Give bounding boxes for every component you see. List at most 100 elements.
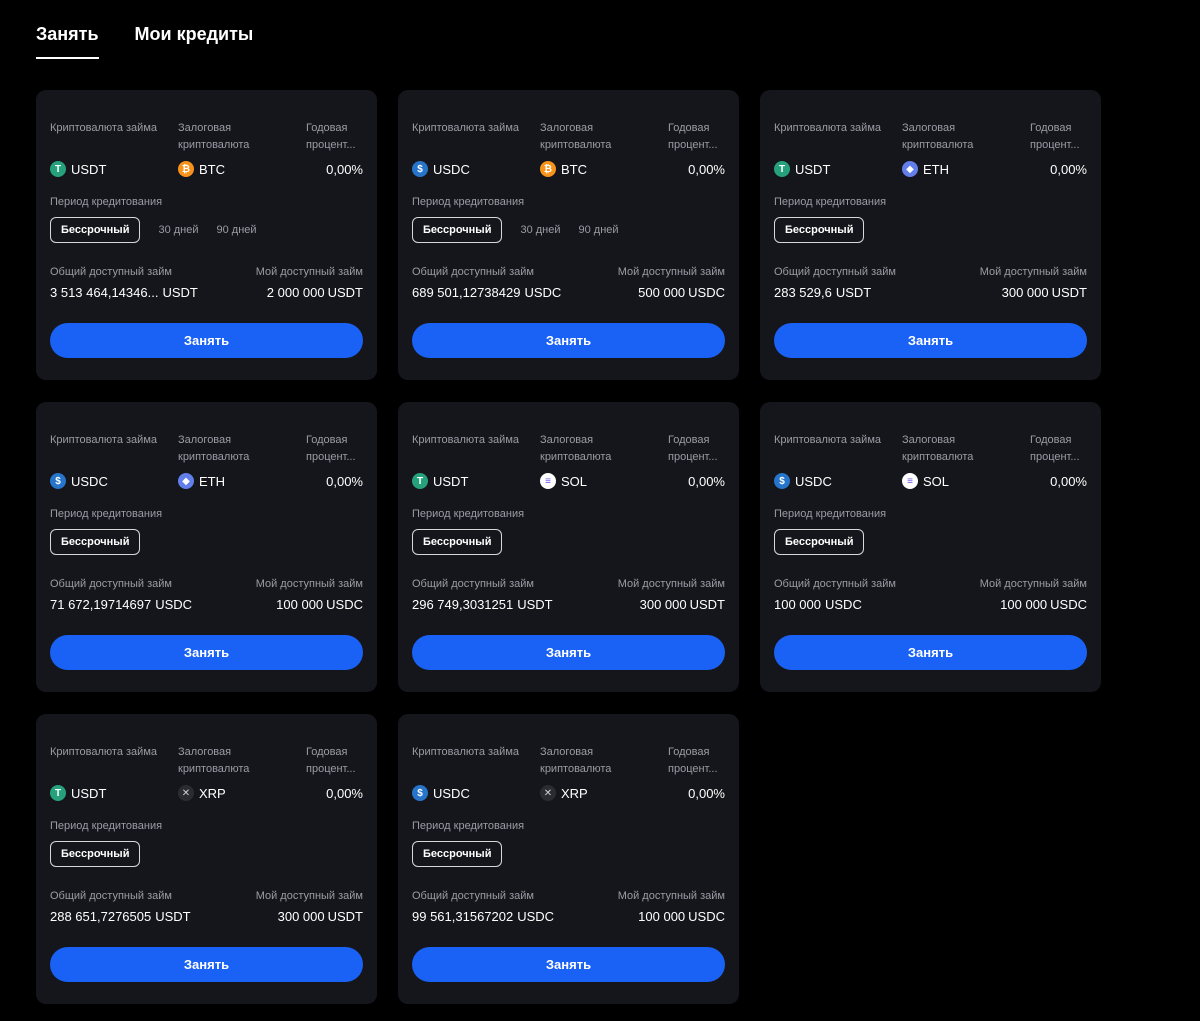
collateral-label: Залоговая криптовалюта: [178, 744, 306, 778]
total-available-label: Общий доступный займ: [412, 578, 534, 590]
card-header-labels: Криптовалюта займа Залоговая криптовалют…: [50, 120, 363, 154]
borrow-button[interactable]: Занять: [774, 635, 1087, 670]
total-available-amount: 100 000: [774, 597, 821, 612]
period-option-selected[interactable]: Бессрочный: [412, 841, 503, 867]
available-labels: Общий доступный займ Мой доступный займ: [50, 266, 363, 278]
period-option[interactable]: 30 дней: [158, 224, 198, 236]
total-available-unit: USDC: [517, 909, 555, 924]
period-label: Период кредитования: [412, 820, 525, 832]
my-available-value: 100 000 USDC: [638, 909, 725, 924]
annual-rate-label-line2: процент...: [306, 763, 356, 775]
tab-borrow[interactable]: Занять: [36, 24, 99, 59]
collateral-label: Залоговая криптовалюта: [902, 432, 1030, 466]
tab-my-loans[interactable]: Мои кредиты: [135, 24, 254, 59]
loan-currency-symbol: USDT: [795, 161, 831, 177]
period-option-selected[interactable]: Бессрочный: [412, 217, 503, 243]
card-header-labels: Криптовалюта займа Залоговая криптовалют…: [774, 432, 1087, 466]
total-available-amount: 288 651,7276505: [50, 909, 152, 924]
available-values: 689 501,12738429 USDC 500 000 USDC: [412, 285, 725, 300]
period-options: Бессрочный: [412, 840, 725, 868]
card-header-labels: Криптовалюта займа Залоговая криптовалют…: [412, 432, 725, 466]
collateral-label-line2: криптовалюта: [540, 139, 612, 151]
total-available-unit: USDC: [524, 285, 562, 300]
borrow-button[interactable]: Занять: [412, 323, 725, 358]
card-header-labels: Криптовалюта займа Залоговая криптовалют…: [50, 744, 363, 778]
card-header-labels: Криптовалюта займа Залоговая криптовалют…: [412, 744, 725, 778]
total-available-value: 296 749,3031251 USDT: [412, 597, 553, 612]
collateral-currency-symbol: XRP: [199, 785, 226, 801]
period-label: Период кредитования: [412, 508, 525, 520]
collateral-currency-symbol: ETH: [199, 473, 225, 489]
available-labels: Общий доступный займ Мой доступный займ: [412, 578, 725, 590]
annual-rate-label: Годовая процент...: [1030, 432, 1087, 466]
borrow-button[interactable]: Занять: [774, 323, 1087, 358]
annual-rate-label-line1: Годовая: [306, 746, 348, 758]
ethereum-icon: ◆: [902, 161, 918, 177]
collateral-currency: ◆ ETH: [902, 161, 1030, 177]
total-available-value: 71 672,19714697 USDC: [50, 597, 192, 612]
period-option-selected[interactable]: Бессрочный: [50, 529, 141, 555]
collateral-label-line1: Залоговая: [540, 122, 594, 134]
period-option[interactable]: 90 дней: [579, 224, 619, 236]
collateral-currency-symbol: XRP: [561, 785, 588, 801]
annual-rate-label-line1: Годовая: [668, 122, 710, 134]
collateral-label-line2: криптовалюта: [540, 451, 612, 463]
period-option[interactable]: 90 дней: [217, 224, 257, 236]
collateral-currency: ≡ SOL: [902, 473, 1030, 489]
collateral-label: Залоговая криптовалюта: [540, 120, 668, 154]
collateral-label: Залоговая криптовалюта: [902, 120, 1030, 154]
loan-card-7: Криптовалюта займа Залоговая криптовалют…: [36, 714, 377, 1004]
bitcoin-icon: ₿: [540, 161, 556, 177]
annual-rate-value: 0,00%: [688, 161, 725, 177]
borrow-button[interactable]: Занять: [50, 323, 363, 358]
usdc-icon: $: [50, 473, 66, 489]
loan-currency-symbol: USDC: [433, 785, 470, 801]
loan-currency-symbol: USDC: [433, 161, 470, 177]
loan-currency: T USDT: [50, 785, 178, 801]
my-available-label: Мой доступный займ: [255, 890, 363, 902]
period-option-selected[interactable]: Бессрочный: [412, 529, 503, 555]
total-available-unit: USDC: [155, 597, 193, 612]
period-option-selected[interactable]: Бессрочный: [50, 217, 141, 243]
collateral-currency-symbol: BTC: [199, 161, 225, 177]
available-values: 283 529,6 USDT 300 000 USDT: [774, 285, 1087, 300]
tab-bar: Занять Мои кредиты: [36, 24, 253, 59]
collateral-label-line2: криптовалюта: [178, 451, 250, 463]
total-available-label: Общий доступный займ: [412, 266, 534, 278]
ethereum-icon: ◆: [178, 473, 194, 489]
period-label: Период кредитования: [774, 196, 887, 208]
loan-card-3: Криптовалюта займа Залоговая криптовалют…: [760, 90, 1101, 380]
my-available-value: 300 000 USDT: [278, 909, 363, 924]
total-available-label: Общий доступный займ: [50, 890, 172, 902]
my-available-value: 2 000 000 USDT: [267, 285, 363, 300]
borrow-button[interactable]: Занять: [412, 947, 725, 982]
loan-currency-label: Криптовалюта займа: [412, 434, 519, 446]
collateral-currency-symbol: ETH: [923, 161, 949, 177]
my-available-amount: 500 000: [638, 285, 686, 300]
period-option[interactable]: 30 дней: [520, 224, 560, 236]
borrow-button[interactable]: Занять: [412, 635, 725, 670]
total-available-value: 100 000 USDC: [774, 597, 862, 612]
annual-rate-label: Годовая процент...: [668, 744, 725, 778]
loan-card-2: Криптовалюта займа Залоговая криптовалют…: [398, 90, 739, 380]
annual-rate-label-line1: Годовая: [668, 434, 710, 446]
period-option-selected[interactable]: Бессрочный: [774, 529, 865, 555]
collateral-currency: ₿ BTC: [178, 161, 306, 177]
tether-icon: T: [50, 161, 66, 177]
period-option-selected[interactable]: Бессрочный: [50, 841, 141, 867]
available-values: 296 749,3031251 USDT 300 000 USDT: [412, 597, 725, 612]
collateral-label-line1: Залоговая: [902, 122, 956, 134]
collateral-label: Залоговая криптовалюта: [178, 432, 306, 466]
annual-rate-label-line2: процент...: [306, 451, 356, 463]
borrow-button[interactable]: Занять: [50, 635, 363, 670]
period-options: Бессрочный: [774, 528, 1087, 556]
loan-card-5: Криптовалюта займа Залоговая криптовалют…: [398, 402, 739, 692]
total-available-label: Общий доступный займ: [50, 578, 172, 590]
loan-card-6: Криптовалюта займа Залоговая криптовалют…: [760, 402, 1101, 692]
available-labels: Общий доступный займ Мой доступный займ: [50, 578, 363, 590]
period-option-selected[interactable]: Бессрочный: [774, 217, 865, 243]
total-available-amount: 3 513 464,14346...: [50, 285, 159, 300]
total-available-value: 99 561,31567202 USDC: [412, 909, 554, 924]
borrow-button[interactable]: Занять: [50, 947, 363, 982]
annual-rate-label-line2: процент...: [306, 139, 356, 151]
